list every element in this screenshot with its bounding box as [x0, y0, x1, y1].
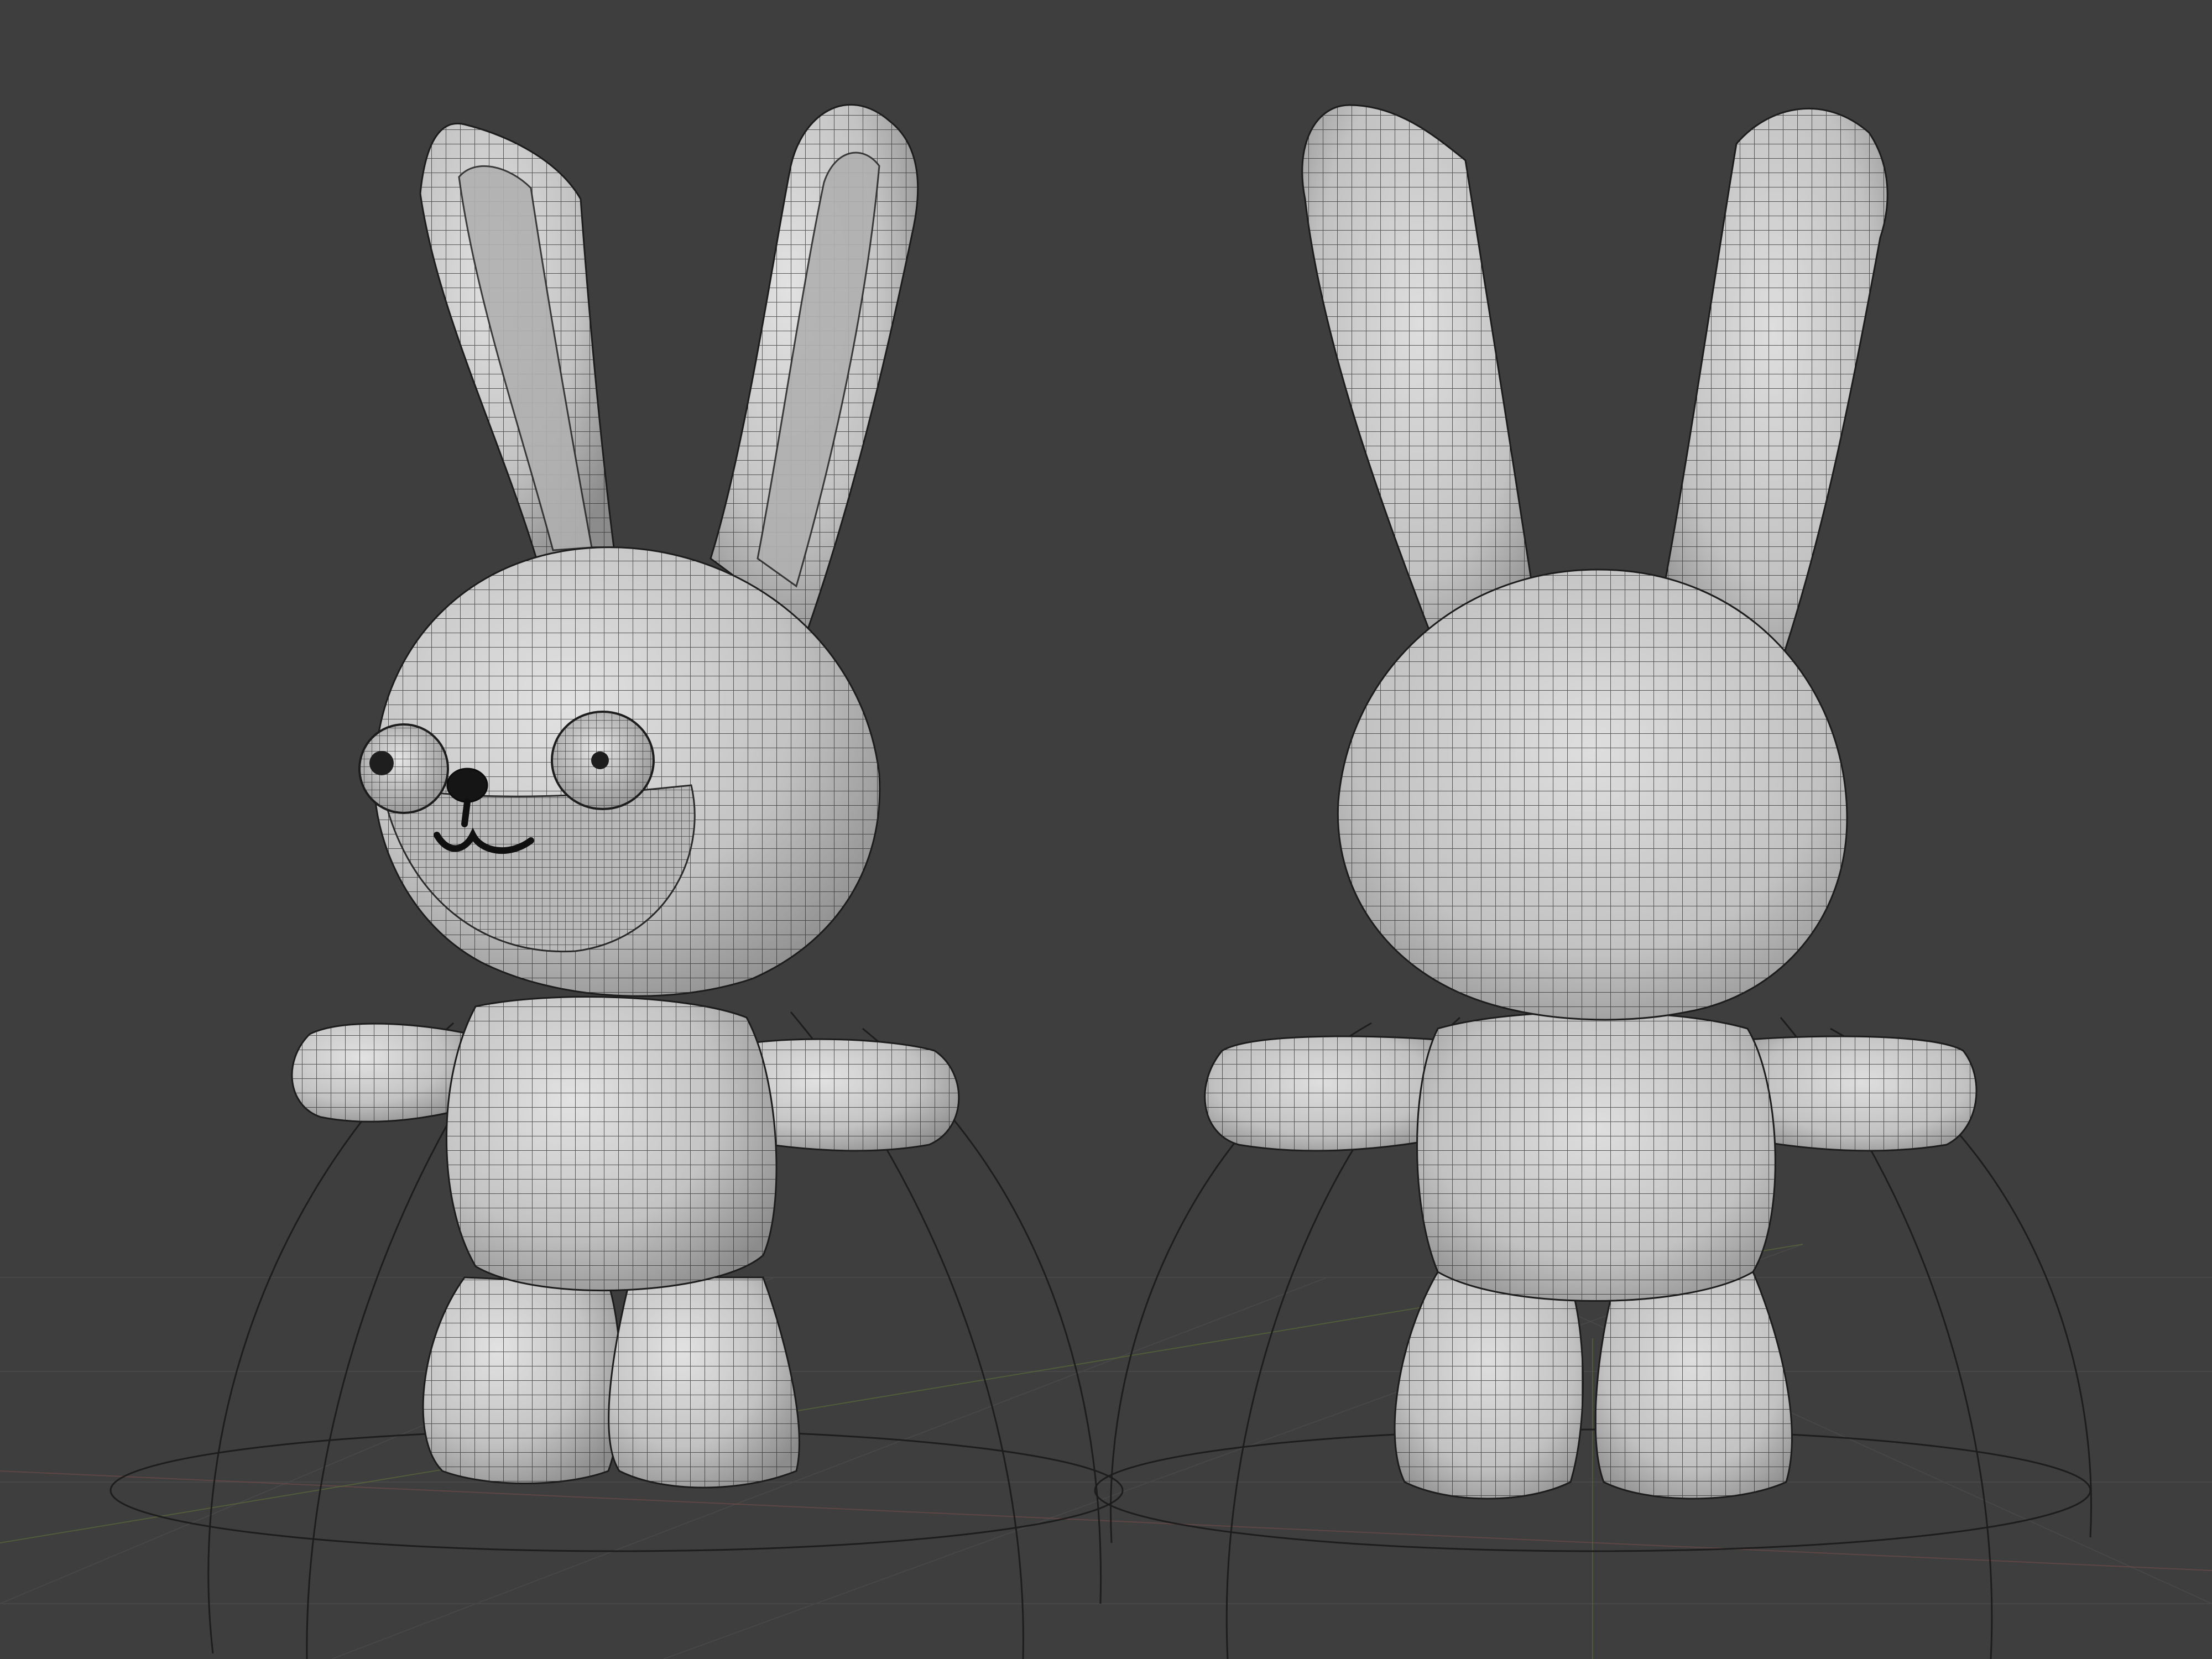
right-arm-back[interactable]	[1746, 1035, 1978, 1152]
axis-lines	[0, 1244, 2212, 1659]
left-leg-front[interactable]	[422, 1276, 622, 1484]
left-arm-back[interactable]	[1204, 1035, 1439, 1152]
scene-canvas[interactable]	[0, 0, 2212, 1659]
bunny-back-model[interactable]	[1204, 104, 1978, 1500]
floor-grid	[0, 1244, 2212, 1659]
bunny-front-model[interactable]	[291, 104, 960, 1489]
torso-front[interactable]	[446, 996, 778, 1292]
head-back[interactable]	[1337, 568, 1848, 1021]
right-leg-back[interactable]	[1594, 1271, 1793, 1500]
right-eye[interactable]	[551, 711, 655, 810]
nose[interactable]	[446, 768, 488, 803]
left-ear-back[interactable]	[1301, 104, 1538, 654]
torso-back[interactable]	[1416, 1011, 1776, 1302]
left-eye[interactable]	[358, 723, 449, 814]
right-leg-front[interactable]	[608, 1276, 800, 1489]
left-leg-back[interactable]	[1394, 1271, 1584, 1500]
right-ear-back[interactable]	[1658, 107, 1888, 665]
left-ear-front[interactable]	[419, 123, 615, 560]
right-ear-front[interactable]	[709, 104, 919, 632]
3d-viewport[interactable]	[0, 0, 2212, 1659]
